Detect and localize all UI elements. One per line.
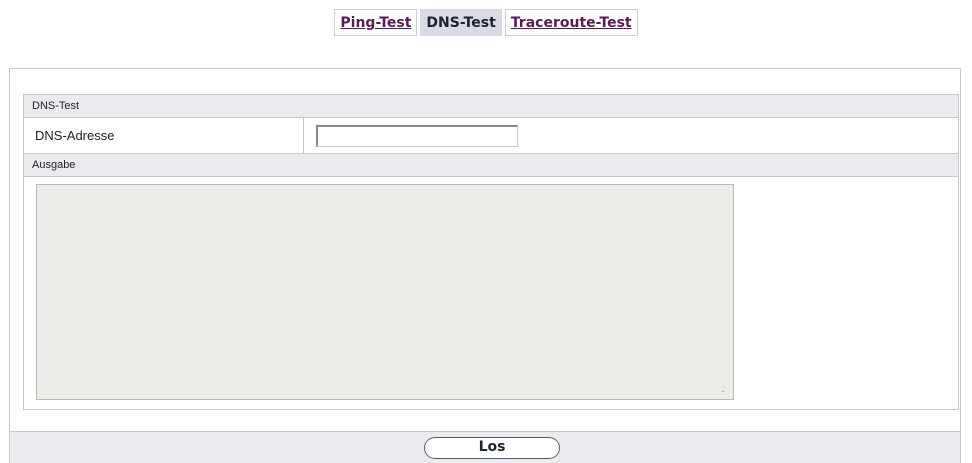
dns-address-cell: [304, 118, 958, 153]
main-panel: DNS-Test DNS-Adresse Ausgabe .: Los: [9, 68, 961, 463]
dns-address-row: DNS-Adresse: [24, 118, 958, 154]
dns-address-label: DNS-Adresse: [24, 118, 304, 153]
footer-bar: Los: [10, 431, 960, 463]
output-textarea[interactable]: [36, 184, 734, 400]
go-button[interactable]: Los: [424, 437, 560, 459]
dns-address-input[interactable]: [316, 125, 518, 147]
page: Ping-Test DNS-Test Traceroute-Test DNS-T…: [0, 0, 972, 463]
tab-ping-test[interactable]: Ping-Test: [334, 9, 418, 36]
dns-test-form: DNS-Test DNS-Adresse Ausgabe .:: [23, 94, 959, 410]
tab-traceroute-test[interactable]: Traceroute-Test: [504, 9, 638, 36]
tab-bar: Ping-Test DNS-Test Traceroute-Test: [0, 9, 972, 36]
output-area-container: .:: [24, 177, 958, 409]
tab-dns-test[interactable]: DNS-Test: [420, 9, 502, 36]
resize-grip-icon[interactable]: .:: [721, 385, 725, 395]
output-section-header: Ausgabe: [24, 154, 958, 177]
dns-test-section-header: DNS-Test: [24, 95, 958, 118]
